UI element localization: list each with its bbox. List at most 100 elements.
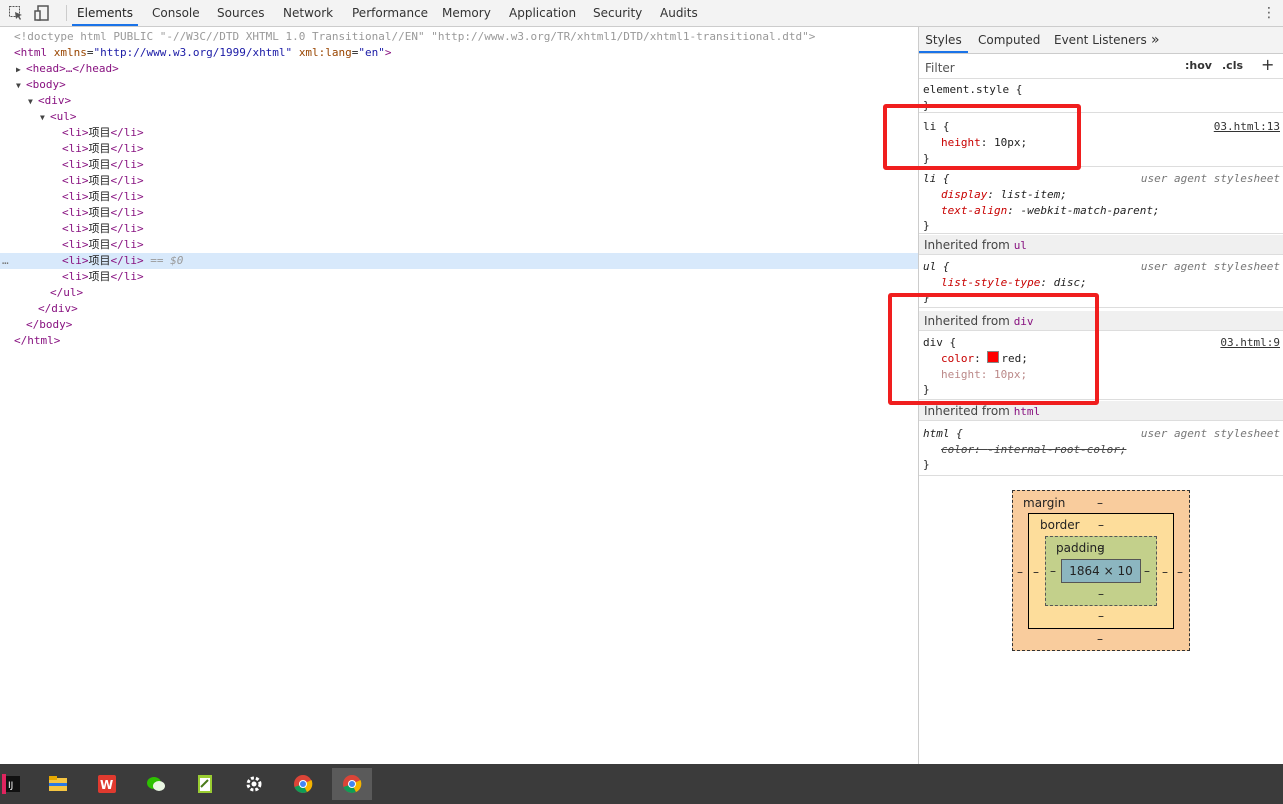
tab-sources[interactable]: Sources <box>217 0 264 26</box>
tab-memory[interactable]: Memory <box>442 0 491 26</box>
tab-performance[interactable]: Performance <box>352 0 428 26</box>
svg-text:IJ: IJ <box>8 781 13 791</box>
margin-top-value[interactable]: – <box>1097 496 1103 510</box>
more-tabs-icon[interactable]: » <box>1151 27 1160 53</box>
ua-stylesheet-label: user agent stylesheet <box>1140 260 1280 273</box>
li-line[interactable]: <li>项目</li> <box>0 189 918 205</box>
padding-right-value[interactable]: – <box>1144 564 1150 578</box>
tab-network[interactable]: Network <box>283 0 333 26</box>
li-line[interactable]: <li>项目</li> <box>0 141 918 157</box>
li-line[interactable]: <li>项目</li> <box>0 173 918 189</box>
attr-value: "http://www.w3.org/1999/xhtml" <box>93 46 293 59</box>
inherited-tag[interactable]: html <box>1014 405 1041 418</box>
li-line[interactable]: <li>项目</li> <box>0 157 918 173</box>
body-open-line[interactable]: ▼ <body> <box>0 77 918 93</box>
body-close-line[interactable]: </body> <box>0 317 918 333</box>
li-line[interactable]: <li>项目</li> <box>0 205 918 221</box>
margin-bottom-value[interactable]: – <box>1097 632 1103 646</box>
collapse-triangle-icon[interactable]: ▼ <box>40 110 50 126</box>
li-text: 项目 <box>88 238 111 251</box>
div-close-line[interactable]: </div> <box>0 301 918 317</box>
source-link[interactable]: 03.html:9 <box>1220 335 1280 351</box>
box-model-border[interactable]: border – – – – padding – – – – 1864 × 10 <box>1028 513 1174 629</box>
expand-triangle-icon[interactable]: ▶ <box>16 62 26 78</box>
chrome-active-icon[interactable] <box>332 768 372 800</box>
padding-top-value[interactable]: – <box>1098 541 1104 555</box>
head-tag: <head>…</head> <box>26 62 119 75</box>
doctype-line[interactable]: <!doctype html PUBLIC "-//W3C//DTD XHTML… <box>0 29 918 45</box>
wechat-icon[interactable] <box>136 768 176 800</box>
inspect-cursor-icon[interactable] <box>8 5 24 21</box>
head-line[interactable]: ▶ <head>…</head> <box>0 61 918 77</box>
device-toggle-icon[interactable] <box>34 5 50 21</box>
div-tag: <div> <box>38 94 72 107</box>
ul-open-line[interactable]: ▼ <ul> <box>0 109 918 125</box>
ul-close-line[interactable]: </ul> <box>0 285 918 301</box>
li-open-tag: <li> <box>62 238 89 251</box>
collapse-triangle-icon[interactable]: ▼ <box>28 94 38 110</box>
intellij-icon[interactable]: IJ <box>0 768 32 800</box>
attr-name: xmlns <box>53 46 87 59</box>
inherited-label: Inherited from <box>924 404 1010 418</box>
file-explorer-icon[interactable] <box>38 768 78 800</box>
wps-icon[interactable]: W <box>87 768 127 800</box>
li-open-tag: <li> <box>62 190 89 203</box>
tab-security[interactable]: Security <box>593 0 642 26</box>
add-rule-icon[interactable]: + <box>1261 55 1274 74</box>
li-text: 项目 <box>88 222 111 235</box>
tab-elements[interactable]: Elements <box>72 0 138 26</box>
li-line[interactable]: <li>项目</li> <box>0 125 918 141</box>
hov-button[interactable]: :hov <box>1185 59 1212 72</box>
element-style-selector: element.style { <box>923 83 1023 96</box>
tab-styles[interactable]: Styles <box>919 27 968 53</box>
li-line[interactable]: … <li>项目</li> == $0 <box>0 253 918 269</box>
margin-right-value[interactable]: – <box>1177 565 1183 579</box>
li-line[interactable]: <li>项目</li> <box>0 221 918 237</box>
padding-bottom-value[interactable]: – <box>1098 587 1104 601</box>
ul-close-tag: </ul> <box>50 286 84 299</box>
tab-application[interactable]: Application <box>509 0 576 26</box>
tab-console[interactable]: Console <box>152 0 200 26</box>
kebab-menu-icon[interactable]: ⋮ <box>1262 4 1276 22</box>
li-close-tag: </li> <box>110 238 144 251</box>
li-close-tag: </li> <box>110 206 144 219</box>
border-left-value[interactable]: – <box>1033 565 1039 579</box>
ua-stylesheet-label: user agent stylesheet <box>1140 172 1280 185</box>
li-line[interactable]: <li>项目</li> <box>0 269 918 285</box>
cls-button[interactable]: .cls <box>1222 59 1243 72</box>
padding-left-value[interactable]: – <box>1050 564 1056 578</box>
ellipsis-icon[interactable]: … <box>2 253 9 269</box>
filter-input[interactable] <box>923 58 1177 77</box>
html-selector: html { <box>923 427 963 440</box>
inherited-tag[interactable]: ul <box>1014 239 1027 252</box>
svg-text:W: W <box>100 778 113 792</box>
toolbar-separator <box>66 5 67 21</box>
settings-gear-icon[interactable] <box>234 768 274 800</box>
property-name: list-style-type <box>941 276 1041 289</box>
margin-left-value[interactable]: – <box>1017 565 1023 579</box>
css-declaration: text-align: -webkit-match-parent; <box>941 204 1160 217</box>
source-link[interactable]: 03.html:13 <box>1214 119 1280 135</box>
li-line[interactable]: <li>项目</li> <box>0 237 918 253</box>
li-close-tag: </li> <box>110 158 144 171</box>
html-open-line[interactable]: <html xmlns="http://www.w3.org/1999/xhtm… <box>0 45 918 61</box>
border-top-value[interactable]: – <box>1098 518 1104 532</box>
div-open-line[interactable]: ▼ <div> <box>0 93 918 109</box>
box-model-content[interactable]: 1864 × 10 <box>1061 559 1141 583</box>
box-model-margin[interactable]: margin – – – – border – – – – padding – … <box>1012 490 1190 651</box>
html-ua-rule: html { user agent stylesheet color: -int… <box>919 422 1283 476</box>
chrome-icon[interactable] <box>283 768 323 800</box>
border-right-value[interactable]: – <box>1162 565 1168 579</box>
property-name: display <box>941 188 988 201</box>
li-close-tag: </li> <box>110 270 144 283</box>
collapse-triangle-icon[interactable]: ▼ <box>16 78 26 94</box>
tab-audits[interactable]: Audits <box>660 0 698 26</box>
box-model-padding[interactable]: padding – – – – 1864 × 10 <box>1045 536 1157 606</box>
tab-computed[interactable]: Computed <box>978 27 1040 53</box>
border-bottom-value[interactable]: – <box>1098 609 1104 623</box>
attr-name: xml:lang <box>298 46 352 59</box>
tab-event-listeners[interactable]: Event Listeners <box>1054 27 1147 53</box>
closing-brace: } <box>923 219 930 232</box>
html-close-line[interactable]: </html> <box>0 333 918 349</box>
notepad-icon[interactable] <box>185 768 225 800</box>
